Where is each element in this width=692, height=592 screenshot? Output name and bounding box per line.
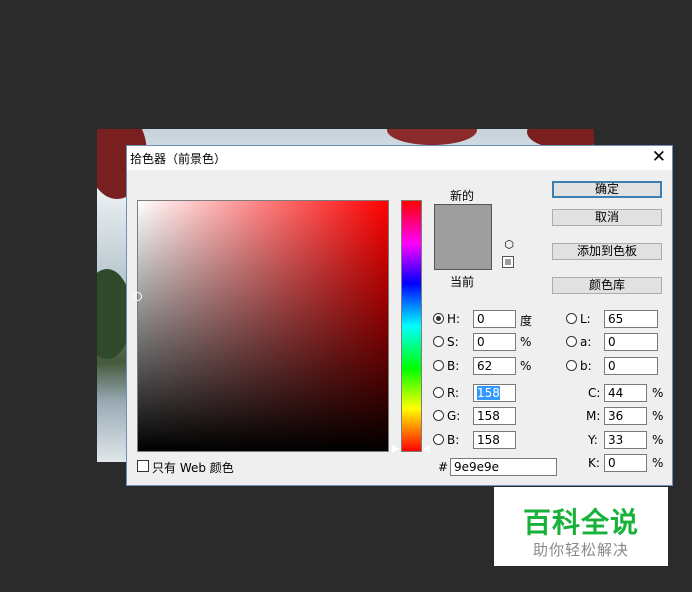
red-label: R: xyxy=(447,386,460,400)
green-input[interactable]: 158 xyxy=(473,407,516,425)
magenta-input[interactable]: 36 xyxy=(604,407,647,425)
ok-button[interactable]: 确定 xyxy=(552,181,662,198)
lab-l-radio[interactable] xyxy=(566,313,577,324)
watermark-subtitle: 助你轻松解决 xyxy=(532,541,629,559)
magenta-label: M: xyxy=(586,409,601,423)
out-of-gamut-cube-icon[interactable]: ⬡ xyxy=(503,239,515,251)
dialog-title: 拾色器（前景色） xyxy=(130,152,227,166)
yellow-unit: % xyxy=(652,433,664,447)
lab-l-input[interactable]: 65 xyxy=(604,310,658,328)
blue-input[interactable]: 158 xyxy=(473,431,516,449)
blue-radio[interactable] xyxy=(433,434,444,445)
color-field[interactable] xyxy=(133,200,389,452)
new-color-label: 新的 xyxy=(450,189,475,203)
watermark: 百科全说 助你轻松解决 xyxy=(494,487,668,566)
brightness-label: B: xyxy=(447,359,460,373)
red-input-value: 158 xyxy=(477,386,500,400)
saturation-input[interactable]: 0 xyxy=(473,333,516,351)
lab-b-radio[interactable] xyxy=(566,360,577,371)
lab-b-label: b: xyxy=(580,359,592,373)
magenta-unit: % xyxy=(652,409,664,423)
cyan-input[interactable]: 44 xyxy=(604,384,647,402)
lab-b-input[interactable]: 0 xyxy=(604,357,658,375)
red-radio[interactable] xyxy=(433,387,444,398)
green-radio[interactable] xyxy=(433,410,444,421)
cyan-label: C: xyxy=(588,386,601,400)
web-colors-only-checkbox[interactable] xyxy=(137,460,149,472)
color-picker-dialog: 拾色器（前景色） ✕ 新的 当前 ⬡ 确定 取消 添加到色板 颜色库 H: 0 … xyxy=(126,145,673,486)
watermark-title: 百科全说 xyxy=(522,506,639,539)
current-color-label: 当前 xyxy=(450,275,475,289)
cancel-button[interactable]: 取消 xyxy=(552,209,662,226)
blue-label: B: xyxy=(447,433,460,447)
saturation-label: S: xyxy=(447,335,459,349)
hex-label: # xyxy=(438,460,449,474)
brightness-input[interactable]: 62 xyxy=(473,357,516,375)
hue-input[interactable]: 0 xyxy=(473,310,516,328)
black-label: K: xyxy=(588,456,600,470)
cyan-unit: % xyxy=(652,386,664,400)
hue-unit: 度 xyxy=(520,314,533,328)
color-libraries-button[interactable]: 颜色库 xyxy=(552,277,662,294)
lab-a-label: a: xyxy=(580,335,592,349)
web-colors-only-label: 只有 Web 颜色 xyxy=(152,461,234,475)
green-label: G: xyxy=(447,409,461,423)
saturation-unit: % xyxy=(520,335,532,349)
saturation-radio[interactable] xyxy=(433,336,444,347)
close-icon[interactable]: ✕ xyxy=(652,147,666,167)
black-input[interactable]: 0 xyxy=(604,454,647,472)
hue-radio[interactable] xyxy=(433,313,444,324)
red-input[interactable]: 158 xyxy=(473,384,516,402)
title-bar: 拾色器（前景色） ✕ xyxy=(127,146,672,170)
current-color-swatch[interactable] xyxy=(435,237,491,269)
black-unit: % xyxy=(652,456,664,470)
hue-slider-arrow-right-icon[interactable] xyxy=(423,445,430,453)
color-field-marker[interactable] xyxy=(133,292,142,301)
hex-input[interactable]: 9e9e9e xyxy=(450,458,557,476)
brightness-radio[interactable] xyxy=(433,360,444,371)
foliage-shape xyxy=(387,129,477,145)
hue-slider-arrow-left-icon[interactable] xyxy=(392,445,399,453)
hue-slider[interactable] xyxy=(401,200,422,452)
brightness-unit: % xyxy=(520,359,532,373)
lab-l-label: L: xyxy=(580,312,591,326)
lab-a-input[interactable]: 0 xyxy=(604,333,658,351)
web-safe-color-icon[interactable] xyxy=(502,256,514,268)
add-to-swatches-button[interactable]: 添加到色板 xyxy=(552,243,662,260)
yellow-input[interactable]: 33 xyxy=(604,431,647,449)
hue-label: H: xyxy=(447,312,461,326)
new-color-swatch xyxy=(435,205,491,237)
color-swatch xyxy=(434,204,492,270)
yellow-label: Y: xyxy=(588,433,598,447)
lab-a-radio[interactable] xyxy=(566,336,577,347)
